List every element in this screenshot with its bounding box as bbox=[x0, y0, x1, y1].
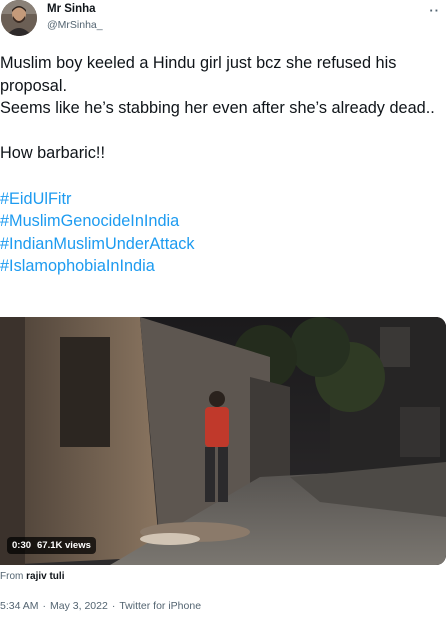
more-options-icon[interactable]: ·· bbox=[429, 3, 440, 18]
hashtag-link[interactable]: #MuslimGenocideInIndia bbox=[0, 210, 446, 233]
tweet-time[interactable]: 5:34 AM bbox=[0, 600, 39, 612]
tweet-text-line: Seems like he’s stabbing her even after … bbox=[0, 99, 435, 118]
tweet-metadata: 5:34 AM · May 3, 2022 · Twitter for iPho… bbox=[0, 600, 201, 612]
tweet-text: Muslim boy keeled a Hindu girl just bcz … bbox=[0, 52, 446, 278]
video-views: 67.1K views bbox=[37, 540, 91, 551]
author-name[interactable]: Mr Sinha bbox=[47, 3, 96, 15]
hashtag-link[interactable]: #EidUlFitr bbox=[0, 188, 446, 211]
avatar-image bbox=[1, 0, 37, 36]
video-stats-badge: 0:30 67.1K views bbox=[7, 537, 96, 554]
video-frame bbox=[0, 317, 446, 565]
tweet-header: Mr Sinha @MrSinha_ ·· bbox=[0, 0, 446, 40]
author-handle[interactable]: @MrSinha_ bbox=[47, 19, 103, 31]
tweet-text-line: Muslim boy keeled a Hindu girl just bcz … bbox=[0, 54, 397, 95]
from-prefix: From bbox=[0, 571, 24, 582]
avatar[interactable] bbox=[1, 0, 37, 36]
hashtag-link[interactable]: #IndianMuslimUnderAttack bbox=[0, 233, 446, 256]
video-duration: 0:30 bbox=[12, 540, 32, 551]
hashtag-link[interactable]: #IslamophobiaInIndia bbox=[0, 255, 446, 278]
from-source-link[interactable]: rajiv tuli bbox=[26, 571, 64, 582]
tweet-text-line: How barbaric!! bbox=[0, 144, 105, 163]
video-player[interactable]: 0:30 67.1K views bbox=[0, 317, 446, 565]
meta-separator: · bbox=[111, 600, 116, 612]
tweet-client[interactable]: Twitter for iPhone bbox=[119, 600, 201, 612]
video-attribution: From rajiv tuli bbox=[0, 571, 64, 582]
tweet-date[interactable]: May 3, 2022 bbox=[50, 600, 108, 612]
meta-separator: · bbox=[42, 600, 47, 612]
